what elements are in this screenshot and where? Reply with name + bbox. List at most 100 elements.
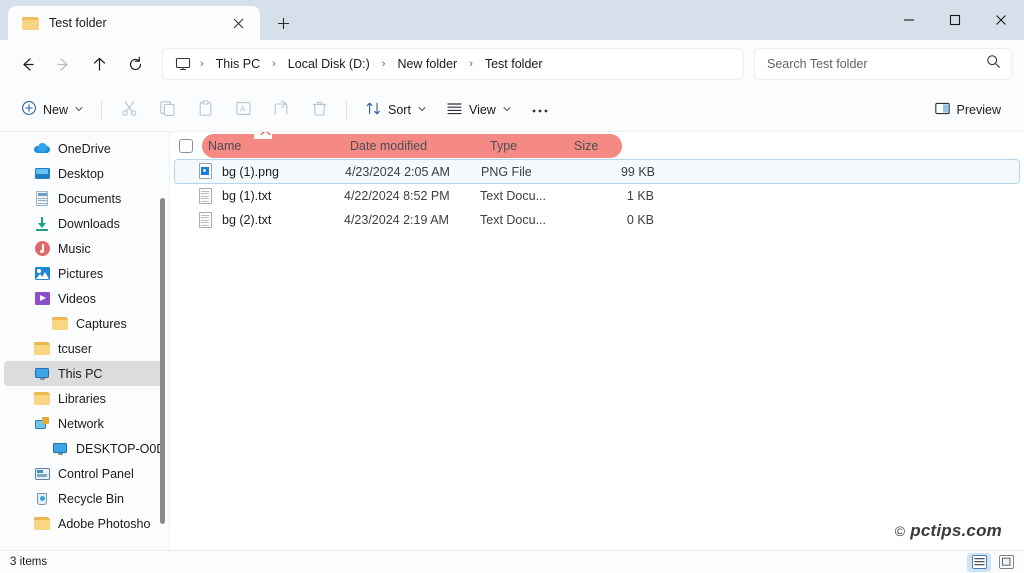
- file-name-cell: bg (2).txt: [174, 212, 344, 229]
- breadcrumb-this-pc[interactable]: This PC: [209, 54, 267, 74]
- sort-button[interactable]: Sort: [356, 94, 435, 126]
- recycle-bin-icon: [34, 491, 50, 507]
- control-panel-icon: [34, 466, 50, 482]
- sidebar-item-label: OneDrive: [58, 142, 111, 156]
- delete-button[interactable]: [301, 94, 337, 126]
- select-all-checkbox[interactable]: [170, 139, 202, 153]
- column-header-row: Name Date modified Type Size: [170, 132, 1024, 159]
- sidebar-item-label: DESKTOP-O0D: [76, 442, 160, 456]
- search-box[interactable]: [754, 48, 1012, 80]
- sidebar-item-captures[interactable]: Captures: [4, 311, 164, 336]
- sidebar-item-downloads[interactable]: Downloads: [4, 211, 164, 236]
- sidebar-item-label: Adobe Photosho: [58, 517, 150, 531]
- cut-button[interactable]: [111, 94, 147, 126]
- new-button[interactable]: New: [12, 94, 92, 126]
- breadcrumb-separator: ›: [466, 58, 476, 70]
- up-button[interactable]: [82, 47, 116, 81]
- column-header-date-modified[interactable]: Date modified: [344, 139, 484, 153]
- title-bar: Test folder: [0, 0, 1024, 40]
- minimize-button[interactable]: [886, 0, 932, 40]
- sort-ascending-icon[interactable]: [260, 132, 271, 138]
- preview-button[interactable]: Preview: [925, 94, 1010, 126]
- tab-test-folder[interactable]: Test folder: [8, 6, 260, 40]
- documents-icon: [34, 191, 50, 207]
- chevron-down-icon[interactable]: [75, 105, 83, 114]
- sidebar-item-network[interactable]: Network: [4, 411, 164, 436]
- ellipsis-icon: [531, 103, 549, 117]
- plus-circle-icon: [21, 100, 37, 119]
- copyright-symbol: ©: [895, 523, 906, 539]
- watermark-text: pctips.com: [910, 521, 1002, 541]
- watermark: © pctips.com: [895, 521, 1002, 541]
- text-file-icon: [198, 188, 213, 205]
- window-controls: [886, 0, 1024, 40]
- column-header-type[interactable]: Type: [484, 139, 568, 153]
- file-size-cell: 99 KB: [585, 165, 655, 179]
- computer-icon: [52, 441, 68, 457]
- sidebar-item-recycle-bin[interactable]: Recycle Bin: [4, 486, 164, 511]
- sidebar-item-label: Desktop: [58, 167, 104, 181]
- sidebar-item-label: Downloads: [58, 217, 120, 231]
- copy-button[interactable]: [149, 94, 185, 126]
- file-type-cell: Text Docu...: [480, 189, 584, 203]
- sidebar-item-pictures[interactable]: Pictures: [4, 261, 164, 286]
- sidebar-scrollbar[interactable]: [160, 198, 165, 524]
- column-header-name[interactable]: Name: [202, 139, 344, 153]
- sidebar-item-this-pc[interactable]: This PC: [4, 361, 164, 386]
- large-icons-view-button[interactable]: [994, 553, 1018, 572]
- paste-button[interactable]: [187, 94, 223, 126]
- share-button[interactable]: [263, 94, 299, 126]
- view-button[interactable]: View: [437, 94, 520, 126]
- chevron-down-icon[interactable]: [418, 105, 426, 114]
- details-view-button[interactable]: [967, 553, 991, 572]
- breadcrumb-test-folder[interactable]: Test folder: [478, 54, 550, 74]
- sidebar-item-libraries[interactable]: Libraries: [4, 386, 164, 411]
- sidebar-item-tcuser[interactable]: tcuser: [4, 336, 164, 361]
- table-row[interactable]: bg (1).png 4/23/2024 2:05 AM PNG File 99…: [174, 159, 1020, 184]
- folder-icon: [22, 16, 39, 30]
- new-button-label: New: [43, 103, 68, 117]
- sidebar-item-control-panel[interactable]: Control Panel: [4, 461, 164, 486]
- sidebar-item-music[interactable]: Music: [4, 236, 164, 261]
- music-icon: [34, 241, 50, 257]
- sidebar-item-adobe-photoshop[interactable]: Adobe Photosho: [4, 511, 164, 536]
- breadcrumb[interactable]: › This PC › Local Disk (D:) › New folder…: [162, 48, 744, 80]
- sidebar-item-onedrive[interactable]: OneDrive: [4, 136, 164, 161]
- file-name-label: bg (1).txt: [222, 189, 271, 203]
- share-icon: [273, 100, 290, 120]
- text-file-icon: [198, 212, 213, 229]
- close-window-button[interactable]: [978, 0, 1024, 40]
- breadcrumb-local-disk-d[interactable]: Local Disk (D:): [281, 54, 377, 74]
- more-options-button[interactable]: [522, 94, 558, 126]
- breadcrumb-new-folder[interactable]: New folder: [390, 54, 464, 74]
- chevron-down-icon[interactable]: [503, 105, 511, 114]
- preview-pane-icon: [934, 100, 951, 120]
- table-row[interactable]: bg (2).txt 4/23/2024 2:19 AM Text Docu..…: [174, 208, 1020, 232]
- explorer-body: OneDrive Desktop Documents Downloads Mus…: [0, 132, 1024, 550]
- sidebar-item-videos[interactable]: Videos: [4, 286, 164, 311]
- back-button[interactable]: [10, 47, 44, 81]
- folder-icon: [34, 516, 50, 532]
- sidebar-item-desktop-o0d[interactable]: DESKTOP-O0D: [4, 436, 164, 461]
- sidebar-item-desktop[interactable]: Desktop: [4, 161, 164, 186]
- search-icon[interactable]: [986, 54, 1001, 74]
- sidebar-item-label: This PC: [58, 367, 102, 381]
- navigation-sidebar[interactable]: OneDrive Desktop Documents Downloads Mus…: [0, 132, 170, 550]
- refresh-button[interactable]: [118, 47, 152, 81]
- maximize-button[interactable]: [932, 0, 978, 40]
- command-toolbar: New A: [0, 88, 1024, 132]
- table-row[interactable]: bg (1).txt 4/22/2024 8:52 PM Text Docu..…: [174, 184, 1020, 208]
- sidebar-item-documents[interactable]: Documents: [4, 186, 164, 211]
- details-view-icon: [972, 555, 987, 569]
- file-name-label: bg (1).png: [222, 165, 279, 179]
- column-header-size[interactable]: Size: [568, 139, 638, 153]
- tab-title: Test folder: [49, 16, 216, 30]
- search-input[interactable]: [767, 57, 986, 71]
- file-name-cell: bg (1).png: [175, 163, 345, 180]
- file-list-area[interactable]: Name Date modified Type Size bg (1).png …: [170, 132, 1024, 550]
- forward-button[interactable]: [46, 47, 80, 81]
- close-icon[interactable]: [226, 11, 250, 35]
- svg-text:A: A: [240, 104, 246, 113]
- new-tab-button[interactable]: [268, 8, 298, 38]
- rename-button[interactable]: A: [225, 94, 261, 126]
